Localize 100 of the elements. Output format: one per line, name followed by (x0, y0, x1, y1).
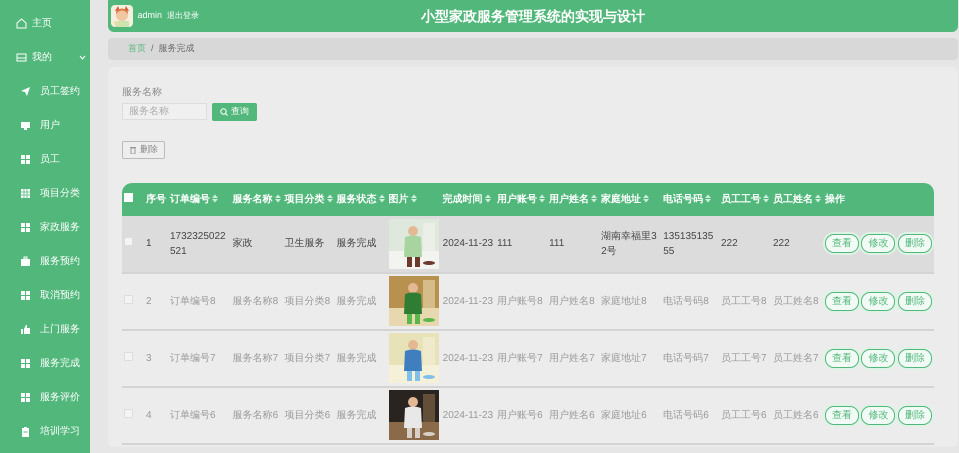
action-button[interactable]: 删除 (898, 406, 932, 424)
sidebar-item[interactable]: 服务评价 (0, 380, 90, 414)
column-header[interactable]: 订单编号 (168, 182, 231, 216)
action-button[interactable]: 修改 (861, 292, 896, 310)
phone-number-cell: 电话号码7 (663, 352, 709, 364)
column-header[interactable]: 员工姓名 (770, 182, 823, 216)
home-address-cell: 湖南幸福里32号 (601, 230, 657, 256)
breadcrumb-current: 服务完成 (158, 42, 195, 56)
service-name-cell: 服务名称8 (232, 296, 278, 306)
sidebar-item[interactable]: 员工 (0, 142, 90, 176)
grid-icon (20, 222, 31, 232)
service-status-cell: 服务完成 (336, 238, 377, 249)
sidebar-item[interactable]: 上门服务 (0, 312, 90, 346)
staff-name-cell: 员工姓名8 (772, 296, 819, 306)
service-name-cell: 服务名称6 (232, 410, 278, 420)
completion-date-cell: 2024-11-23 (442, 296, 494, 306)
user-name: admin (138, 9, 162, 22)
delete-button[interactable]: 删除 (122, 140, 165, 158)
row-number-cell: 3 (146, 352, 152, 364)
column-header[interactable]: 用户姓名 (547, 182, 600, 216)
completion-date-cell: 2024-11-23 (442, 352, 494, 364)
sidebar-item[interactable]: 服务完成 (0, 346, 90, 380)
sort-icon (410, 194, 417, 204)
search-field[interactable]: 服务名称 (122, 102, 207, 120)
sidebar-item[interactable]: 服务预约 (0, 244, 90, 278)
row-number-cell: 4 (146, 410, 152, 420)
column-header[interactable]: 项目分类 (282, 182, 335, 216)
column-header: 操作 (822, 182, 934, 216)
user-account-cell: 用户账号6 (497, 410, 543, 420)
sidebar-item[interactable]: 主页 (0, 6, 90, 40)
column-header[interactable]: 员工工号 (718, 182, 771, 216)
user-account-cell: 用户账号7 (497, 352, 543, 364)
column-header[interactable]: 电话号码 (661, 182, 719, 216)
action-button[interactable]: 修改 (861, 406, 896, 424)
user-name-cell: 用户姓名8 (549, 296, 595, 306)
monitor-icon (20, 120, 31, 130)
select-all-checkbox[interactable] (124, 192, 133, 202)
sort-icon (705, 194, 712, 204)
action-button[interactable]: 查看 (824, 348, 859, 368)
completion-date-cell: 2024-11-23 (442, 410, 494, 420)
row-number-cell: 2 (146, 296, 152, 306)
column-header[interactable]: 完成时间 (440, 182, 496, 216)
action-button[interactable]: 删除 (898, 234, 932, 253)
service-status-cell: 服务完成 (336, 352, 377, 364)
staff-number-cell: 员工工号7 (720, 352, 767, 364)
service-status-cell: 服务完成 (336, 410, 377, 420)
grid-icon (20, 290, 31, 300)
category-cell: 卫生服务 (284, 238, 325, 249)
column-header[interactable]: 家庭地址 (599, 182, 662, 216)
logout-link[interactable]: 退出登录 (167, 10, 200, 22)
column-header[interactable]: 服务状态 (334, 182, 387, 216)
home-icon (16, 18, 27, 28)
home-address-cell: 家庭地址7 (601, 352, 647, 364)
search-button[interactable]: 查询 (212, 102, 257, 120)
row-number-cell: 1 (146, 238, 152, 249)
action-button[interactable]: 查看 (824, 292, 859, 310)
staff-number-cell: 员工工号6 (720, 410, 767, 420)
staff-name-cell: 222 (772, 238, 790, 249)
card-icon (16, 52, 27, 62)
sidebar-item[interactable]: 我的 (0, 40, 90, 74)
phone-number-cell: 电话号码8 (663, 296, 709, 306)
phone-number-cell: 13513513555 (663, 230, 714, 256)
category-cell: 项目分类8 (284, 296, 330, 306)
row-checkbox[interactable] (124, 237, 133, 246)
order-number-cell: 订单编号6 (170, 410, 216, 420)
sidebar-item[interactable]: 员工签约 (0, 74, 90, 108)
column-header[interactable]: 图片 (386, 182, 441, 216)
category-cell: 项目分类7 (284, 352, 330, 364)
user-name-cell: 用户姓名6 (549, 410, 595, 420)
action-button[interactable]: 删除 (898, 292, 932, 310)
action-button[interactable]: 修改 (861, 348, 896, 368)
user-account-cell: 用户账号8 (497, 296, 543, 306)
clipboard-icon (20, 426, 31, 436)
action-button[interactable]: 查看 (824, 406, 859, 424)
order-number-cell: 订单编号8 (170, 296, 216, 306)
sidebar-item[interactable]: 用户 (0, 108, 90, 142)
staff-name-cell: 员工姓名6 (772, 410, 819, 420)
trash-icon (129, 146, 137, 154)
column-header[interactable]: 用户账号 (495, 182, 548, 216)
sidebar-item[interactable]: 培训学习 (0, 414, 90, 448)
sidebar-item[interactable]: 家政服务 (0, 210, 90, 244)
sidebar-item[interactable]: 项目分类 (0, 176, 90, 210)
service-name-cell: 服务名称7 (232, 352, 278, 364)
sort-icon (643, 194, 650, 204)
action-button[interactable]: 查看 (824, 234, 859, 253)
column-header[interactable]: 服务名称 (230, 182, 283, 216)
grid-icon (20, 392, 31, 402)
phone-number-cell: 电话号码6 (663, 410, 709, 420)
field-label: 服务名称 (122, 86, 163, 100)
user-name-cell: 111 (549, 238, 564, 249)
action-button[interactable]: 删除 (898, 348, 932, 368)
order-number-cell: 1732325022521 (170, 230, 226, 256)
user-name-cell: 用户姓名7 (549, 352, 595, 364)
grid-icon (20, 358, 31, 368)
breadcrumb-link[interactable]: 首页 (128, 42, 146, 56)
sidebar-item[interactable]: 取消预约 (0, 278, 90, 312)
staff-name-cell: 员工姓名7 (772, 352, 819, 364)
home-address-cell: 家庭地址8 (601, 296, 647, 306)
action-button[interactable]: 修改 (861, 234, 896, 253)
thumbs-up-icon (20, 324, 31, 334)
